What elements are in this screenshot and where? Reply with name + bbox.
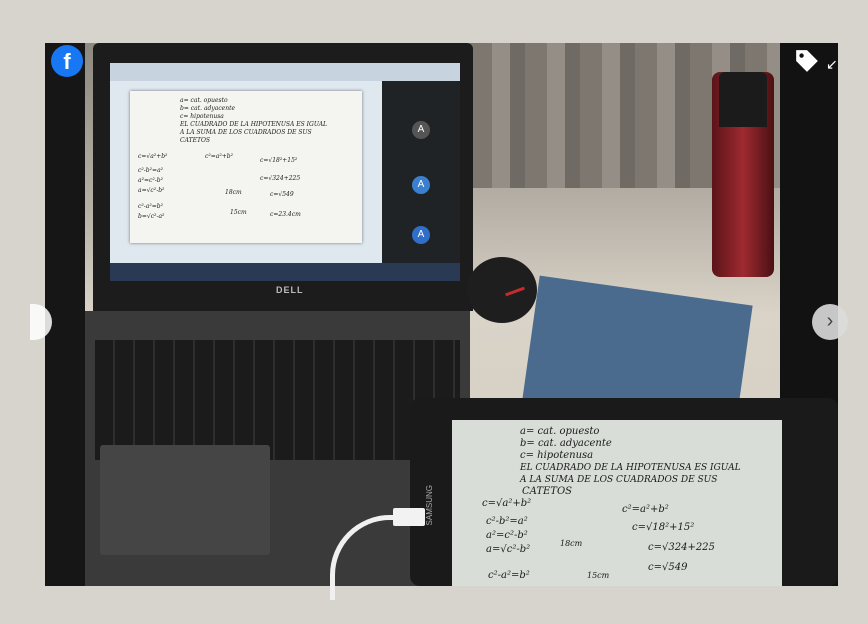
laptop-screen: A A A a= cat. opuesto b= cat. adyacente …: [110, 63, 460, 281]
note-triangle-side: 18cm: [225, 189, 242, 196]
note-calc: c=√549: [270, 191, 294, 198]
collapse-icon[interactable]: ↙: [826, 56, 838, 73]
note-line: a= cat. opuesto: [520, 426, 600, 437]
note-formula: a=√c²-b²: [138, 187, 165, 194]
note-line: CATETOS: [180, 137, 211, 144]
tag-icon[interactable]: [794, 48, 820, 74]
note-formula: c=√a²+b²: [482, 498, 532, 509]
note-line: A LA SUMA DE LOS CUADRADOS DE SUS: [520, 475, 718, 485]
bottle-cap: [719, 72, 767, 127]
note-line: c= hipotenusa: [520, 450, 594, 461]
note-line: EL CUADRADO DE LA HIPOTENUSA ES IGUAL: [520, 463, 741, 473]
participant-avatar: A: [412, 226, 430, 244]
note-formula: c²-b²=a²: [486, 516, 528, 527]
notes-app-window: a= cat. opuesto b= cat. adyacente c= hip…: [130, 91, 362, 243]
meet-participants-panel: A A A: [382, 81, 460, 263]
note-calc: c=√549: [648, 562, 688, 573]
note-line: CATETOS: [522, 486, 573, 497]
note-formula: a=√c²-b²: [486, 544, 531, 555]
note-calc: c=√324+225: [260, 175, 301, 182]
note-formula: a²=c²-b²: [138, 177, 164, 184]
note-formula: c²-b²=a²: [138, 167, 164, 174]
note-triangle-side: 15cm: [230, 209, 247, 216]
windows-taskbar: [110, 263, 460, 281]
note-line: a= cat. opuesto: [180, 97, 228, 104]
note-formula: c²=a²+b²: [622, 504, 669, 515]
note-formula: c²-a²=b²: [488, 570, 530, 581]
note-calc: c=√324+225: [648, 542, 715, 553]
note-triangle-side: 15cm: [587, 571, 610, 580]
note-calc: c=√18²+15²: [260, 157, 298, 164]
note-formula: a²=c²-b²: [486, 530, 528, 541]
next-photo-button[interactable]: ›: [812, 304, 848, 340]
computer-mouse: [467, 257, 537, 323]
usb-plug: [393, 508, 425, 526]
note-line: EL CUADRADO DE LA HIPOTENUSA ES IGUAL: [180, 121, 328, 128]
note-line: b= cat. adyacente: [520, 438, 612, 449]
facebook-icon[interactable]: f: [51, 45, 83, 77]
participant-avatar: A: [412, 176, 430, 194]
note-calc: c=√18²+15²: [632, 522, 695, 533]
note-line: b= cat. adyacente: [180, 105, 236, 112]
note-formula: c²=a²+b²: [205, 153, 234, 160]
laptop-touchpad: [100, 445, 270, 555]
tablet-brand-logo: SAMSUNG: [425, 485, 434, 526]
photo-left-edge: [45, 43, 85, 586]
browser-toolbar: [110, 63, 460, 81]
note-formula: b=√c²-a²: [138, 213, 165, 220]
laptop-keyboard: [95, 340, 460, 460]
laptop-brand-logo: DELL: [276, 285, 304, 295]
note-formula: c²-a²=b²: [138, 203, 164, 210]
note-line: A LA SUMA DE LOS CUADRADOS DE SUS: [180, 129, 312, 136]
note-calc: c=23.4cm: [270, 211, 301, 218]
note-triangle-side: 18cm: [560, 539, 583, 548]
tablet-screen: a= cat. opuesto b= cat. adyacente c= hip…: [452, 420, 782, 586]
participant-avatar: A: [412, 121, 430, 139]
note-line: c= hipotenusa: [180, 113, 224, 120]
note-formula: c=√a²+b²: [138, 153, 168, 160]
